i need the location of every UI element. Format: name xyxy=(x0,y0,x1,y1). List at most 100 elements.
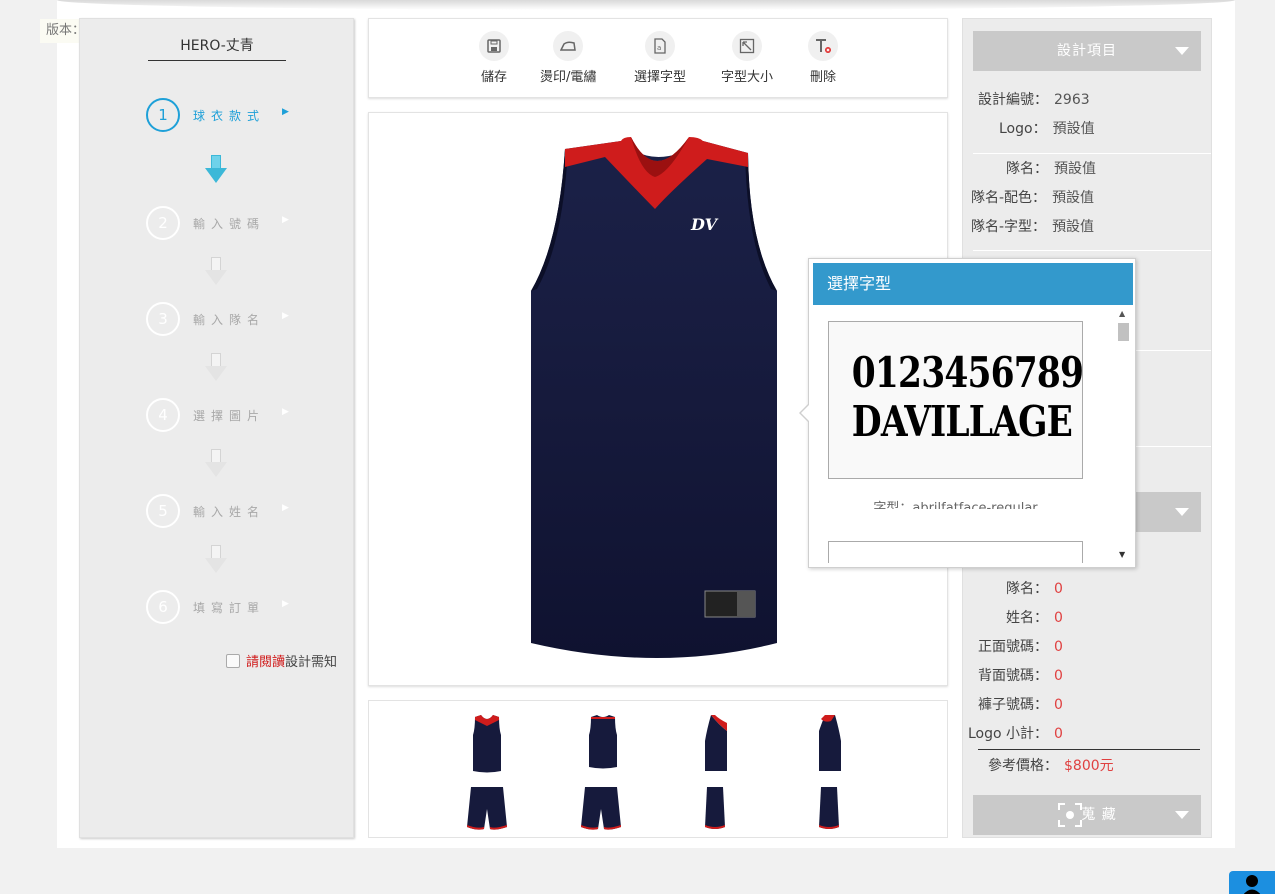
save-button[interactable]: 儲存 xyxy=(479,31,509,85)
step-label: 輸入隊名 xyxy=(193,313,266,327)
thumb-right-shorts[interactable] xyxy=(819,787,839,829)
step-label: 填寫訂單 xyxy=(193,601,266,615)
down-arrow-icon xyxy=(205,545,227,575)
read-notice-link[interactable]: 請閱讀 xyxy=(246,655,285,670)
collect-button[interactable]: 蒐 藏 xyxy=(973,795,1201,835)
thumb-front-jersey[interactable] xyxy=(473,715,501,773)
team-name-value: 預設值 xyxy=(1054,161,1096,177)
thumb-left-jersey[interactable] xyxy=(705,715,727,771)
delete-button[interactable]: 刪除 xyxy=(808,31,838,85)
font-option-abrilfatface[interactable]: 0123456789 DAVILLAGE xyxy=(828,321,1084,479)
chat-widget-button[interactable] xyxy=(1229,871,1275,894)
design-notice-label: 設計需知 xyxy=(285,655,338,670)
step-arrow-icon: ▶ xyxy=(282,503,289,513)
cost-back-value: 0 xyxy=(1054,668,1063,684)
font-name-caption: 字型：abrilfatface-regular xyxy=(873,501,1038,509)
step-number: 1 xyxy=(146,98,180,132)
step-arrow-icon: ▶ xyxy=(282,599,289,609)
design-items-dropdown[interactable]: 設計項目 xyxy=(973,31,1201,71)
team-name-row: 隊名： 預設值 xyxy=(1006,158,1096,178)
thumb-back-jersey[interactable] xyxy=(589,715,617,769)
select-font-button[interactable]: a 選擇字型 xyxy=(634,31,686,85)
team-color-label: 隊名-配色： xyxy=(971,190,1047,206)
caret-down-icon xyxy=(1175,508,1189,516)
font-size-button[interactable]: 字型大小 xyxy=(721,31,773,85)
cost-logo-value: 0 xyxy=(1054,726,1063,742)
step-label: 選擇圖片 xyxy=(193,409,266,423)
step-2[interactable]: 2 輸入號碼 ▶ xyxy=(146,206,306,240)
font-file-icon: a xyxy=(645,31,675,61)
thumb-back-shorts[interactable] xyxy=(581,787,621,830)
cost-pants-row: 褲子號碼： 0 xyxy=(978,694,1063,714)
design-number-label: 設計編號： xyxy=(978,92,1048,108)
step-6[interactable]: 6 填寫訂單 ▶ xyxy=(146,590,306,624)
step-label: 輸入姓名 xyxy=(193,505,266,519)
font-select-popup: 選擇字型 0123456789 DAVILLAGE 字型：abrilfatfac… xyxy=(799,258,1136,568)
scroll-down-icon[interactable]: ▼ xyxy=(1119,550,1125,559)
popup-pointer-inner xyxy=(801,404,810,422)
cost-back-label: 背面號碼： xyxy=(978,668,1048,684)
total-divider xyxy=(978,749,1200,750)
step-arrow-icon: ▶ xyxy=(282,215,289,225)
toolbar: 儲存 燙印/電繡 a 選擇字型 字型大小 刪除 xyxy=(368,18,948,98)
step-1[interactable]: 1 球衣款式 ▶ xyxy=(146,98,306,132)
cost-front-label: 正面號碼： xyxy=(978,639,1048,655)
logo-row: Logo： 預設值 xyxy=(999,118,1095,138)
focus-icon xyxy=(1058,803,1082,827)
step-number: 2 xyxy=(146,206,180,240)
cost-back-row: 背面號碼： 0 xyxy=(978,665,1063,685)
svg-text:DV: DV xyxy=(690,215,719,234)
font-list[interactable]: 0123456789 DAVILLAGE 字型：abrilfatface-reg… xyxy=(813,305,1133,563)
step-4[interactable]: 4 選擇圖片 ▶ xyxy=(146,398,306,432)
step-label: 球衣款式 xyxy=(193,109,266,123)
step-number: 5 xyxy=(146,494,180,528)
step-5[interactable]: 5 輸入姓名 ▶ xyxy=(146,494,306,528)
design-notice-agree[interactable]: 請閱讀設計需知 xyxy=(226,651,337,670)
agree-checkbox[interactable] xyxy=(226,654,240,668)
step-label: 輸入號碼 xyxy=(193,217,266,231)
divider xyxy=(973,153,1211,154)
resize-icon xyxy=(732,31,762,61)
font-option-next[interactable] xyxy=(828,541,1083,563)
steps-panel: HERO-丈青 1 球衣款式 ▶ 2 輸入號碼 ▶ 3 輸入隊名 ▶ 4 選擇圖… xyxy=(79,18,354,838)
svg-text:a: a xyxy=(657,44,661,52)
divider xyxy=(973,250,1211,251)
scroll-thumb[interactable] xyxy=(1118,323,1129,341)
reference-price-label: 參考價格： xyxy=(988,758,1058,774)
print-embroidery-button[interactable]: 燙印/電繡 xyxy=(540,31,596,85)
design-number-row: 設計編號： 2963 xyxy=(978,89,1090,109)
user-icon xyxy=(1243,875,1261,894)
step-number: 6 xyxy=(146,590,180,624)
step-3[interactable]: 3 輸入隊名 ▶ xyxy=(146,302,306,336)
font-list-scrollbar[interactable]: ▲ ▼ xyxy=(1117,309,1129,559)
cost-front-value: 0 xyxy=(1054,639,1063,655)
step-arrow-icon: ▶ xyxy=(282,107,289,117)
text-delete-icon xyxy=(808,31,838,61)
select-font-label: 選擇字型 xyxy=(634,70,687,85)
team-color-row: 隊名-配色： 預設值 xyxy=(971,187,1094,207)
down-arrow-icon xyxy=(205,257,227,287)
step-arrow-icon: ▶ xyxy=(282,311,289,321)
cost-pants-value: 0 xyxy=(1054,697,1063,713)
thumb-left-shorts[interactable] xyxy=(705,787,725,829)
cost-name-label: 姓名： xyxy=(1006,610,1048,626)
product-name: HERO-丈青 xyxy=(148,35,286,61)
down-arrow-icon xyxy=(205,449,227,479)
iron-icon xyxy=(553,31,584,61)
team-font-row: 隊名-字型： 預設值 xyxy=(971,216,1094,236)
scroll-up-icon[interactable]: ▲ xyxy=(1119,309,1125,318)
design-items-label: 設計項目 xyxy=(1057,43,1117,59)
font-sample-digits: 0123456789 xyxy=(851,348,1084,397)
team-name-label: 隊名： xyxy=(1006,161,1048,177)
popup-title: 選擇字型 xyxy=(813,263,1133,305)
cost-logo-label: Logo 小計： xyxy=(968,726,1049,742)
step-arrow-icon: ▶ xyxy=(282,407,289,417)
cost-team-value: 0 xyxy=(1054,581,1063,597)
cost-name-value: 0 xyxy=(1054,610,1063,626)
thumb-right-jersey[interactable] xyxy=(819,715,841,771)
footer-band xyxy=(57,848,1235,894)
step-number: 3 xyxy=(146,302,180,336)
thumb-front-shorts[interactable] xyxy=(467,787,507,830)
down-arrow-icon xyxy=(205,353,227,383)
cost-team-row: 隊名： 0 xyxy=(1006,578,1063,598)
